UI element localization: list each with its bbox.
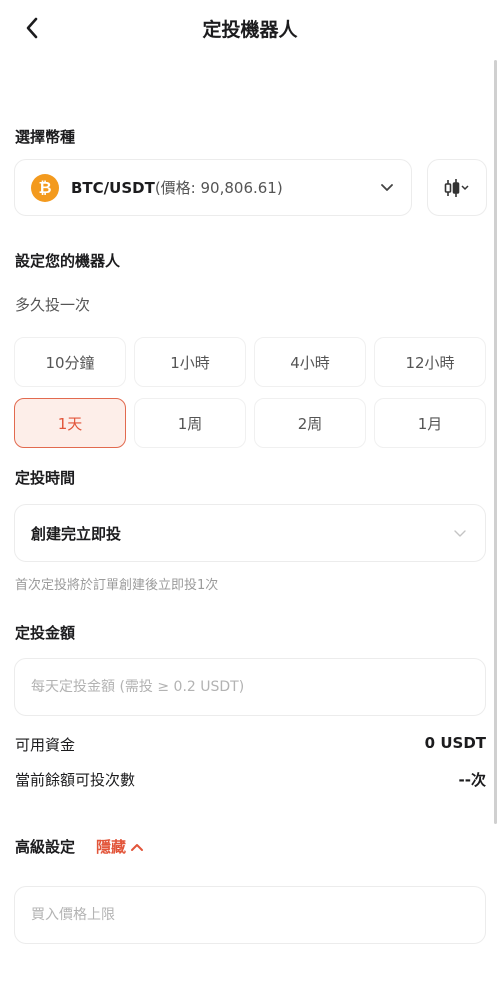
frequency-option-1day[interactable]: 1天 [14, 398, 126, 448]
amount-input[interactable] [15, 659, 485, 715]
advanced-toggle[interactable]: 隱藏 [96, 836, 144, 857]
price-limit-input[interactable] [15, 887, 485, 943]
available-funds-label: 可用資金 [15, 736, 76, 754]
amount-section-title: 定投金額 [15, 624, 76, 642]
header: 定投機器人 [0, 0, 500, 56]
coin-pair: BTC/USDT [71, 178, 155, 197]
advanced-section-title: 高級設定 [15, 838, 76, 856]
timing-value: 創建完立即投 [31, 524, 122, 543]
advanced-toggle-label: 隱藏 [96, 838, 127, 856]
timing-dropdown[interactable]: 創建完立即投 [14, 504, 486, 562]
chevron-down-icon [381, 184, 393, 191]
frequency-label: 多久投一次 [15, 296, 91, 314]
available-funds-value: 0 USDT [424, 734, 486, 752]
frequency-option-1month[interactable]: 1月 [374, 398, 486, 448]
investable-times-label: 當前餘額可投次數 [15, 771, 136, 789]
chevron-up-icon [131, 843, 144, 851]
coin-selector[interactable]: ₿ BTC/USDT (價格: 90,806.61) [14, 159, 412, 216]
candlestick-icon [444, 178, 469, 197]
scrollbar[interactable] [494, 60, 497, 824]
chevron-down-icon [454, 530, 466, 537]
setup-section-title: 設定您的機器人 [15, 252, 121, 270]
page-title: 定投機器人 [202, 19, 298, 41]
frequency-option-10min[interactable]: 10分鐘 [14, 337, 126, 387]
frequency-option-12hour[interactable]: 12小時 [374, 337, 486, 387]
frequency-option-1hour[interactable]: 1小時 [134, 337, 246, 387]
frequency-option-4hour[interactable]: 4小時 [254, 337, 366, 387]
kline-chart-button[interactable] [427, 159, 487, 216]
coin-section-title: 選擇幣種 [15, 128, 76, 146]
coin-price: (價格: 90,806.61) [154, 179, 283, 197]
bitcoin-icon: ₿ [31, 173, 59, 202]
price-limit-field[interactable] [14, 886, 486, 944]
investable-times-value: --次 [458, 771, 486, 789]
timing-section-title: 定投時間 [15, 469, 76, 487]
frequency-option-1week[interactable]: 1周 [134, 398, 246, 448]
amount-field[interactable] [14, 658, 486, 716]
frequency-option-2week[interactable]: 2周 [254, 398, 366, 448]
timing-hint: 首次定投將於訂單創建後立即投1次 [15, 578, 219, 593]
